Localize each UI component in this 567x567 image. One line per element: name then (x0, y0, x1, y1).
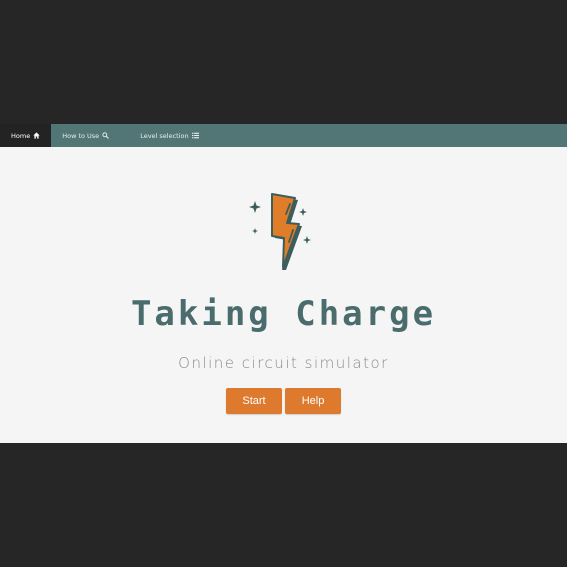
nav-item-level-selection[interactable]: Level selection (120, 124, 209, 147)
nav-label-home: Home (11, 131, 31, 140)
top-navbar: Home How to Use Level selection (0, 124, 567, 147)
nav-label-how-to-use: How to Use (62, 131, 100, 140)
nav-item-home[interactable]: Home (0, 124, 52, 147)
help-button[interactable]: Help (285, 388, 341, 414)
home-icon (33, 132, 40, 139)
page-subtitle: Online circuit simulator (178, 354, 389, 372)
nav-item-how-to-use[interactable]: How to Use (51, 124, 120, 147)
page-title: Taking Charge (130, 294, 437, 334)
list-icon (191, 132, 199, 139)
page: Home How to Use Level selection Taking C… (0, 0, 567, 567)
start-button[interactable]: Start (226, 388, 282, 414)
magnifier-icon (102, 132, 110, 139)
nav-label-level-selection: Level selection (140, 131, 189, 140)
lightning-bolt-icon (246, 190, 316, 272)
